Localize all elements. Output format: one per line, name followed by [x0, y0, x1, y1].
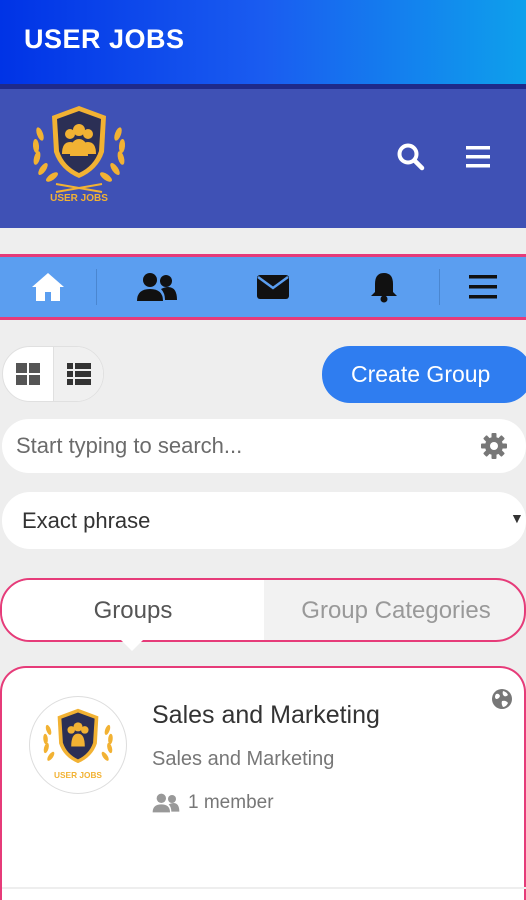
- user-jobs-logo[interactable]: USER JOBS: [26, 104, 132, 204]
- avatar-logo-text: USER JOBS: [54, 770, 102, 780]
- users-icon: [152, 793, 180, 813]
- list-icon: [67, 363, 91, 385]
- gear-icon[interactable]: [480, 432, 508, 460]
- create-group-button[interactable]: Create Group: [322, 346, 526, 403]
- search-icon[interactable]: [396, 142, 426, 172]
- menu-icon[interactable]: [464, 142, 494, 172]
- select-value: Exact phrase: [22, 508, 151, 533]
- search-mode-select[interactable]: Exact phrase ▼: [2, 492, 526, 549]
- nav-bar: [0, 254, 526, 320]
- grid-view-button[interactable]: [3, 347, 53, 401]
- tab-group-categories[interactable]: Group Categories: [264, 580, 524, 640]
- search-placeholder: Start typing to search...: [16, 433, 243, 458]
- group-card[interactable]: USER JOBS Sales and Marketing Sales and …: [0, 666, 526, 900]
- group-category[interactable]: Sales and Marketing: [152, 748, 334, 771]
- nav-messages[interactable]: [217, 257, 329, 317]
- logo-text: USER JOBS: [50, 193, 108, 204]
- app-bar: USER JOBS: [0, 0, 526, 84]
- spacer: [0, 228, 526, 254]
- app-title: USER JOBS: [24, 24, 185, 54]
- member-count: 1 member: [188, 792, 274, 813]
- caret-down-icon: ▼: [510, 510, 524, 526]
- nav-notifications[interactable]: [329, 257, 439, 317]
- globe-icon: [492, 689, 512, 709]
- envelope-icon: [257, 275, 289, 299]
- group-avatar[interactable]: USER JOBS: [29, 696, 127, 794]
- user-jobs-logo: USER JOBS: [43, 708, 113, 780]
- active-tab-indicator: [121, 640, 143, 651]
- home-icon: [32, 273, 64, 301]
- menu-icon: [469, 275, 497, 299]
- nav-menu[interactable]: [440, 257, 526, 317]
- group-tabs: Groups Group Categories: [0, 578, 526, 642]
- nav-home[interactable]: [0, 257, 96, 317]
- group-name[interactable]: Sales and Marketing: [152, 701, 380, 730]
- search-field[interactable]: Start typing to search...: [2, 419, 526, 473]
- tab-groups[interactable]: Groups: [2, 580, 264, 640]
- group-members: 1 member: [152, 792, 274, 814]
- divider: [2, 887, 526, 889]
- view-toggle: [2, 346, 104, 402]
- bell-icon: [371, 273, 397, 303]
- users-icon: [137, 273, 177, 301]
- nav-members[interactable]: [97, 257, 217, 317]
- list-view-button[interactable]: [53, 347, 103, 401]
- grid-icon: [16, 363, 40, 385]
